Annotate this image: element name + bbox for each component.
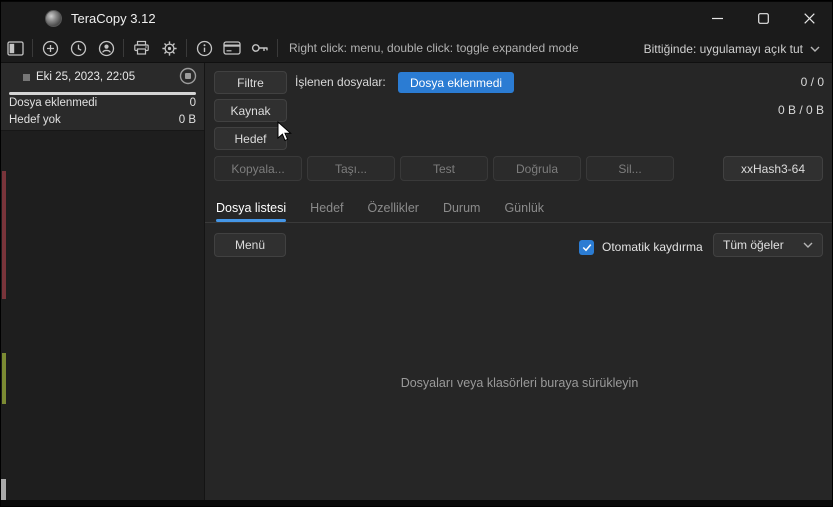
info-icon[interactable] [190, 35, 218, 61]
toolbar-separator [277, 39, 278, 57]
processed-files-label: İşlenen dosyalar: [295, 75, 386, 89]
edge-marker-red [2, 171, 6, 299]
tab-file-list[interactable]: Dosya listesi [216, 193, 287, 222]
toolbar-separator [186, 39, 187, 57]
on-finish-label: Bittiğinde: uygulamayı açık tut [643, 41, 803, 56]
chevron-down-icon [803, 242, 813, 248]
toolbar: Right click: menu, double click: toggle … [1, 34, 832, 63]
task-date: Eki 25, 2023, 22:05 [36, 71, 136, 83]
window-bottom-edge [1, 500, 832, 506]
settings-gear-icon[interactable] [155, 35, 183, 61]
main-panel: Filtre İşlenen dosyalar: Dosya eklenmedi… [205, 63, 832, 500]
task-list-item[interactable]: Eki 25, 2023, 22:05 Dosya eklenmedi 0 He… [1, 63, 204, 131]
items-filter-dropdown[interactable]: Tüm öğeler [713, 233, 823, 257]
maximize-button[interactable] [740, 2, 786, 35]
minimize-button[interactable] [694, 2, 740, 35]
task-sidebar: Eki 25, 2023, 22:05 Dosya eklenmedi 0 He… [1, 63, 205, 500]
window-title: TeraCopy 3.12 [71, 10, 156, 26]
task-source-label: Dosya eklenmedi [9, 97, 98, 109]
add-icon[interactable] [36, 35, 64, 61]
file-count: 0 / 0 [800, 75, 824, 89]
filter-button[interactable]: Filtre [214, 71, 287, 94]
tab-status[interactable]: Durum [443, 193, 481, 222]
tab-log[interactable]: Günlük [504, 193, 544, 222]
license-card-icon[interactable] [218, 35, 246, 61]
source-button[interactable]: Kaynak [214, 99, 287, 122]
tab-properties[interactable]: Özellikler [368, 193, 419, 222]
delete-button[interactable]: Sil... [586, 156, 674, 181]
edge-marker-green [2, 353, 6, 404]
app-logo-icon [45, 9, 62, 27]
app-window: TeraCopy 3.12 Right click: menu, double … [0, 0, 833, 507]
toolbar-separator [32, 39, 33, 57]
close-button[interactable] [786, 2, 832, 35]
mouse-cursor [277, 120, 293, 148]
hash-button[interactable]: xxHash3-64 [723, 156, 823, 181]
user-icon[interactable] [92, 35, 120, 61]
autoscroll-checkbox[interactable] [579, 240, 594, 255]
task-target-row: Hedef yok 0 B [9, 114, 196, 131]
copy-button[interactable]: Kopyala... [214, 156, 302, 181]
edge-scrollbar-thumb[interactable] [1, 479, 6, 501]
items-filter-value: Tüm öğeler [723, 238, 784, 252]
stop-task-icon[interactable] [178, 66, 198, 86]
toolbar-separator [123, 39, 124, 57]
tab-target[interactable]: Hedef [310, 193, 343, 222]
titlebar: TeraCopy 3.12 [1, 1, 832, 34]
menu-button[interactable]: Menü [214, 233, 286, 257]
move-button[interactable]: Taşı... [307, 156, 395, 181]
task-target-label: Hedef yok [9, 114, 61, 126]
chevron-down-icon [810, 46, 820, 52]
task-target-value: 0 B [178, 114, 196, 126]
task-source-value: 0 [189, 97, 196, 109]
check-icon [582, 244, 591, 252]
on-finish-dropdown[interactable]: Bittiğinde: uygulamayı açık tut [644, 34, 820, 63]
task-source-row: Dosya eklenmedi 0 [9, 97, 196, 114]
tab-bar: Dosya listesi Hedef Özellikler Durum Gün… [205, 193, 832, 223]
task-bullet-icon [23, 74, 30, 81]
task-progress-bar [9, 92, 196, 95]
processed-files-badge: Dosya eklenmedi [398, 72, 515, 93]
drop-zone-hint: Dosyaları veya klasörleri buraya sürükle… [400, 376, 639, 390]
history-icon[interactable] [64, 35, 92, 61]
key-icon[interactable] [246, 35, 274, 61]
verify-button[interactable]: Doğrula [493, 156, 581, 181]
print-icon[interactable] [127, 35, 155, 61]
byte-count: 0 B / 0 B [777, 103, 824, 117]
autoscroll-label[interactable]: Otomatik kaydırma [602, 235, 703, 259]
sidebar-toggle-icon[interactable] [1, 35, 29, 61]
toolbar-hint: Right click: menu, double click: toggle … [289, 41, 579, 55]
test-button[interactable]: Test [400, 156, 488, 181]
